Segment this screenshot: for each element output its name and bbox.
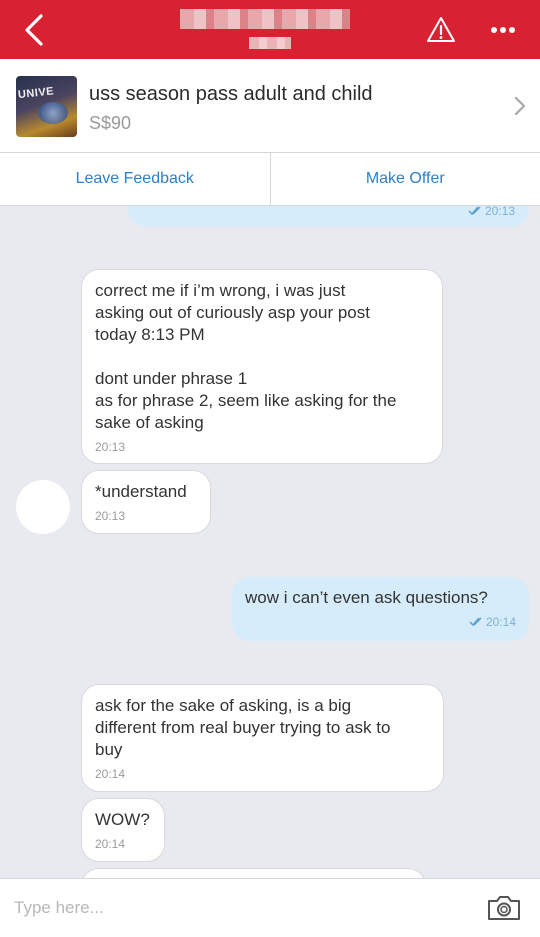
message-time: 20:14	[95, 767, 430, 781]
message-time: 20:13	[485, 206, 515, 218]
leave-feedback-button[interactable]: Leave Feedback	[0, 153, 270, 205]
top-bar	[0, 0, 540, 59]
message-time: 20:13	[95, 509, 197, 523]
message-time: 20:14	[486, 615, 516, 629]
make-offer-button[interactable]: Make Offer	[270, 153, 540, 205]
more-button[interactable]	[486, 15, 520, 45]
back-chevron-icon	[23, 13, 45, 47]
message-text: wow i can’t even ask questions?	[245, 587, 516, 609]
action-bar: Leave Feedback Make Offer	[0, 153, 540, 206]
message-time: 20:13	[95, 440, 429, 454]
message-incoming: WOW? 20:14	[81, 798, 165, 862]
listing-thumbnail: UNIVE	[16, 76, 77, 137]
message-text: WOW?	[95, 809, 151, 831]
message-text: ask for the sake of asking, is a big dif…	[95, 695, 430, 761]
thumbnail-logo-text: UNIVE	[17, 83, 77, 103]
message-incoming: *understand 20:13	[81, 470, 211, 534]
listing-card[interactable]: UNIVE uss season pass adult and child S$…	[0, 59, 540, 153]
read-check-icon	[468, 206, 482, 216]
chevron-right-icon	[510, 94, 530, 118]
chat-subtitle-redacted	[249, 37, 291, 49]
message-incoming: ask for the sake of asking, is a big dif…	[81, 684, 444, 792]
avatar[interactable]	[16, 480, 70, 534]
message-outgoing: 20:13	[128, 206, 529, 227]
warning-icon[interactable]	[426, 15, 456, 45]
message-thread[interactable]: 20:13 correct me if i’m wrong, i was jus…	[0, 206, 540, 878]
composer-bar	[0, 878, 540, 937]
message-text: correct me if i’m wrong, i was just aski…	[95, 280, 429, 434]
read-check-icon	[469, 617, 483, 627]
message-outgoing: wow i can’t even ask questions? 20:14	[232, 577, 529, 641]
back-button[interactable]	[14, 10, 54, 50]
message-incoming: correct me if i’m wrong, i was just aski…	[81, 269, 443, 464]
message-time: 20:14	[95, 837, 151, 851]
chat-title-redacted	[180, 9, 350, 29]
message-text: *understand	[95, 481, 197, 503]
message-input[interactable]	[14, 896, 454, 920]
thumbnail-globe	[38, 102, 68, 124]
message-incoming-partial	[81, 868, 426, 878]
listing-title: uss season pass adult and child	[89, 83, 373, 106]
camera-icon[interactable]	[486, 893, 522, 923]
listing-price: S$90	[89, 113, 131, 134]
more-icon	[490, 26, 516, 34]
